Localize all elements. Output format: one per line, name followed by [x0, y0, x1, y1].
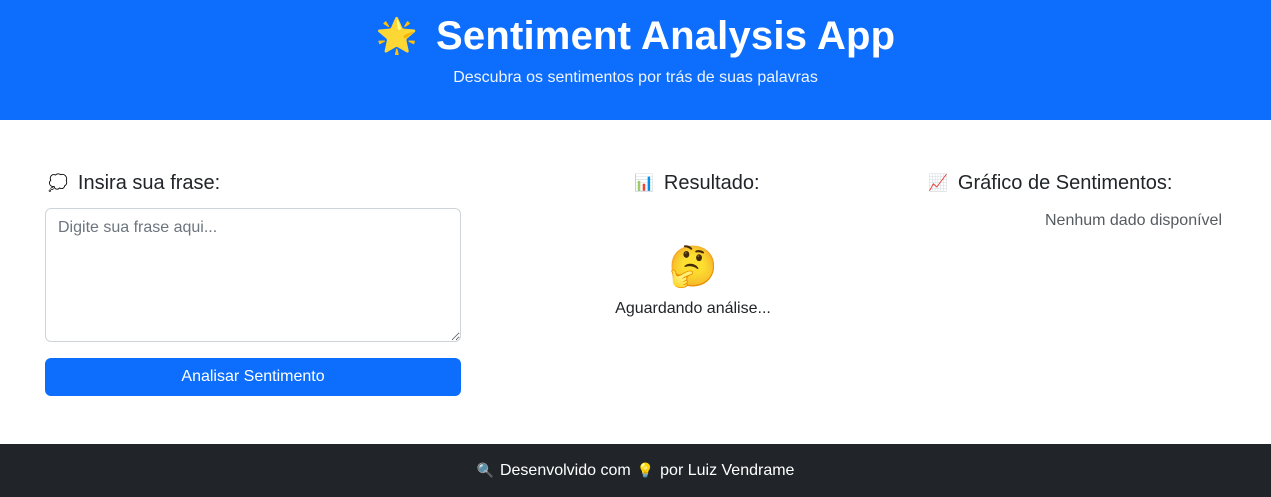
- app-footer: 🔍 Desenvolvido com 💡 por Luiz Vendrame: [0, 444, 1271, 497]
- app-subtitle: Descubra os sentimentos por trás de suas…: [453, 69, 818, 86]
- bar-chart-icon: 📊: [634, 173, 654, 192]
- result-heading-label: Resultado:: [663, 172, 760, 194]
- phrase-input[interactable]: [45, 208, 461, 342]
- magnifier-icon: 🔍: [476, 462, 494, 479]
- speech-balloon-icon: 💭: [48, 173, 68, 192]
- footer-prefix: Desenvolvido com: [499, 461, 631, 479]
- title-row: 🌟 Sentiment Analysis App: [0, 12, 1271, 60]
- result-heading: 📊 Resultado:: [634, 170, 760, 196]
- chart-increasing-icon: 📈: [928, 173, 948, 192]
- glowing-star-icon: 🌟: [375, 16, 419, 56]
- chart-empty-text: Nenhum dado disponível: [1044, 212, 1222, 229]
- app-title: Sentiment Analysis App: [436, 14, 896, 58]
- input-heading-label: Insira sua frase:: [77, 172, 221, 194]
- footer-author: por Luiz Vendrame: [660, 461, 795, 479]
- light-bulb-icon: 💡: [636, 462, 655, 479]
- chart-heading: 📈 Gráfico de Sentimentos:: [928, 170, 1172, 196]
- input-heading: 💭 Insira sua frase:: [48, 170, 220, 196]
- analyze-sentiment-button[interactable]: Analisar Sentimento: [45, 358, 461, 396]
- chart-heading-label: Gráfico de Sentimentos:: [957, 172, 1173, 194]
- result-status-text: Aguardando análise...: [615, 300, 771, 317]
- thinking-face-icon: 🤔: [668, 244, 718, 290]
- app-header: 🌟 Sentiment Analysis App Descubra os sen…: [0, 0, 1271, 120]
